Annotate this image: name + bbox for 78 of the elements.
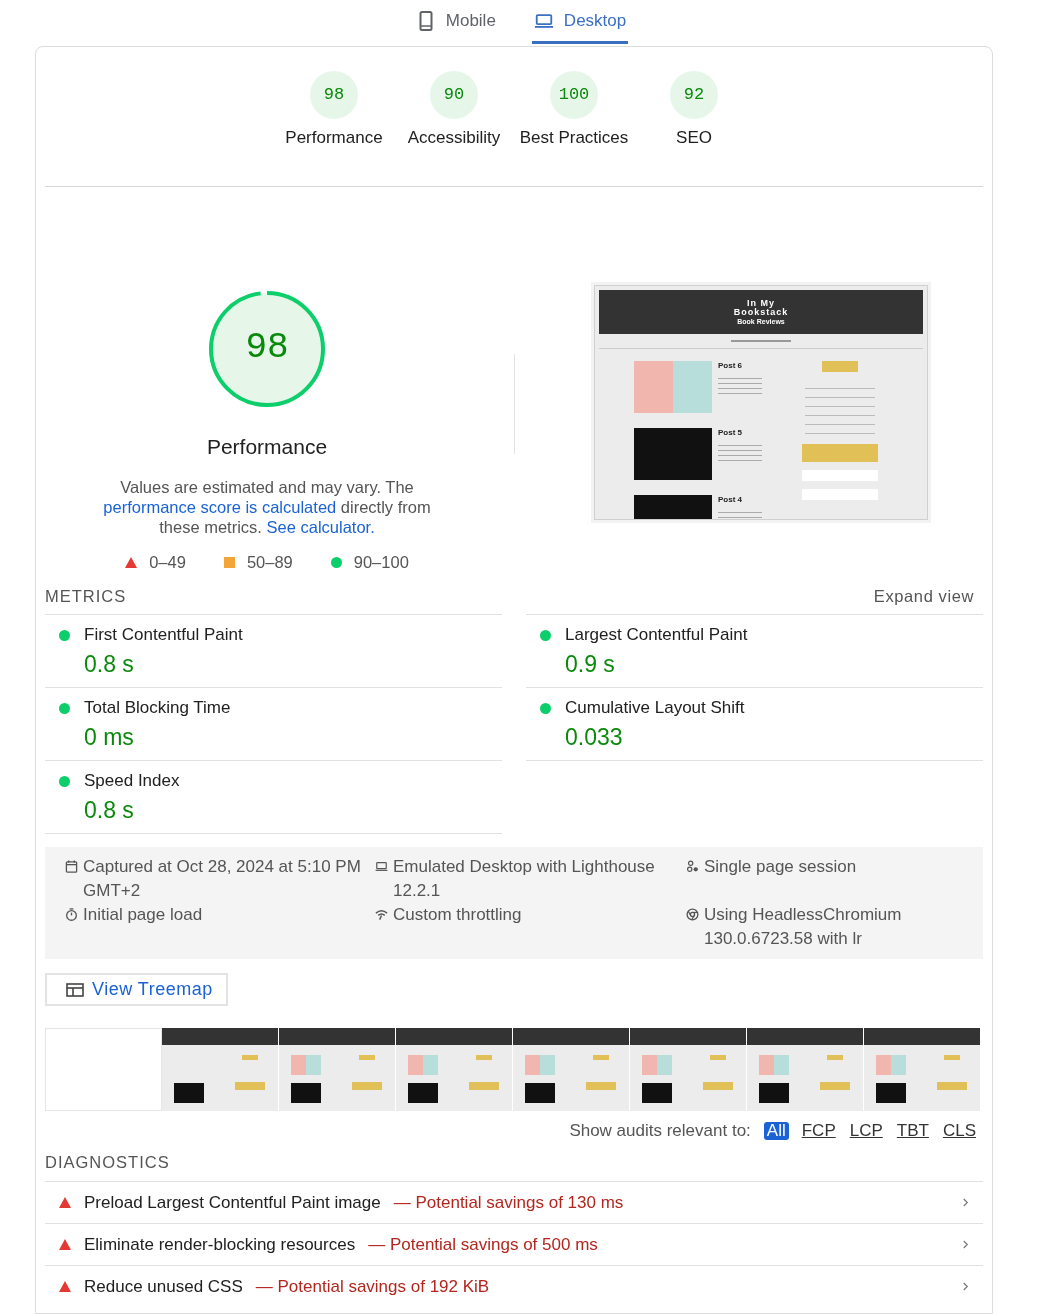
nodes-icon (686, 860, 699, 873)
info-text: Custom throttling (393, 904, 522, 926)
text-link[interactable]: performance score is calculated (103, 498, 337, 516)
audit-title: Reduce unused CSS (84, 1276, 243, 1297)
category-label: Accessibility (406, 128, 502, 148)
site-title: In My Bookstack (732, 299, 790, 317)
info-text: Using HeadlessChromium 130.0.6723.58 with lr (704, 904, 903, 950)
table-icon (66, 982, 84, 997)
metric-name: Total Blocking Time (84, 698, 231, 718)
warning-icon (59, 1197, 71, 1208)
metric-value: 0.9 s (565, 651, 616, 678)
category-label: Performance (284, 128, 384, 148)
score-disc (430, 71, 478, 119)
calendar-icon (65, 860, 78, 873)
treemap-button[interactable]: View Treemap (45, 973, 228, 1006)
metric-value: 0 ms (84, 724, 135, 751)
category-label: Best Practices (519, 128, 629, 148)
filter-chip[interactable]: TBT (895, 1122, 930, 1140)
score-value: 100 (557, 85, 591, 104)
metric-name: First Contentful Paint (84, 625, 243, 645)
metric-name: Largest Contentful Paint (565, 625, 748, 645)
expand-toggle[interactable]: Expand view (873, 586, 983, 606)
category-block (822, 361, 858, 372)
metric-name: Cumulative Layout Shift (565, 698, 745, 718)
post-title: Post 5 (718, 428, 743, 437)
filter-label: Show audits relevant to: (569, 1121, 751, 1141)
wifi-icon (375, 908, 388, 921)
filter-chip[interactable]: LCP (848, 1122, 884, 1140)
info-text: Emulated Desktop with Lighthouse 12.2.1 (393, 856, 656, 902)
audit-savings: — Potential savings of 192 KiB (255, 1276, 491, 1297)
score-value: 98 (244, 327, 290, 368)
device-tab[interactable]: Desktop (531, 0, 629, 44)
audit-row[interactable]: Eliminate render-blocking resources — Potential savings of 500 ms (45, 1223, 983, 1265)
post-title: Post 6 (718, 361, 743, 370)
filter-chip[interactable]: All (763, 1122, 789, 1140)
score-value: 92 (682, 85, 706, 104)
warning-icon (59, 1281, 71, 1292)
section-title: Performance (206, 435, 328, 459)
audit-title: Eliminate render-blocking resources (84, 1234, 356, 1255)
section-heading: DIAGNOSTICS (45, 1153, 171, 1173)
legend-label: 0–49 (149, 553, 186, 572)
info-text: Captured at Oct 28, 2024 at 5:10 PM GMT+2 (83, 856, 362, 902)
score-disc (310, 71, 358, 119)
metric-name: Speed Index (84, 771, 180, 791)
score-disc (550, 71, 598, 119)
section-heading: METRICS (45, 586, 127, 606)
metric-value: 0.8 s (84, 797, 135, 824)
score-disc (670, 71, 718, 119)
metric-value: 0.033 (565, 724, 624, 751)
description-text: Values are estimated and may vary. The performance score is calculated directly from these metrics. See calculator. (102, 477, 432, 537)
score-value: 98 (322, 85, 346, 104)
audit-row[interactable]: Reduce unused CSS — Potential savings of 192 KiB (45, 1265, 983, 1307)
info-text: Initial page load (83, 904, 203, 926)
score-value: 90 (442, 85, 466, 104)
category-label: SEO (675, 128, 713, 148)
info-text: Single page session (704, 856, 857, 878)
warning-icon (59, 1239, 71, 1250)
chevron-icon (962, 1240, 969, 1249)
filter-chip[interactable]: CLS (941, 1122, 977, 1140)
audit-row[interactable]: Preload Largest Contentful Paint image — Potential savings of 130 ms (45, 1181, 983, 1223)
audit-savings: — Potential savings of 500 ms (368, 1234, 599, 1255)
stopwatch-icon (65, 908, 78, 921)
filter-chip[interactable]: FCP (800, 1122, 837, 1140)
audit-title: Preload Largest Contentful Paint image (84, 1192, 381, 1213)
browser-icon (686, 908, 699, 921)
post-title: Post 4 (718, 495, 743, 504)
metric-value: 0.8 s (84, 651, 135, 678)
laptop-icon (375, 860, 388, 873)
audit-savings: — Potential savings of 130 ms (393, 1192, 625, 1213)
device-tab[interactable]: Mobile (413, 0, 498, 44)
legend-label: 90–100 (353, 553, 409, 572)
chevron-icon (962, 1198, 969, 1207)
triangle-icon (125, 557, 138, 568)
chevron-icon (962, 1282, 969, 1291)
text-link[interactable]: See calculator. (266, 518, 375, 536)
square-icon (223, 557, 235, 568)
circle-icon (330, 557, 342, 568)
legend-label: 50–89 (246, 553, 293, 572)
